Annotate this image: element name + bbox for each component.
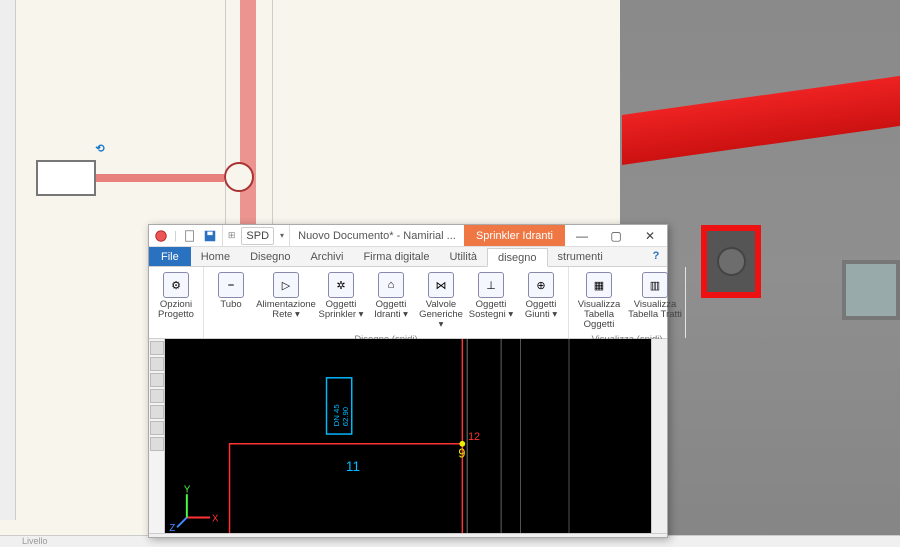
divider: |: [174, 230, 177, 242]
hose-reel-icon: [717, 247, 746, 276]
ribbon-group-label: [151, 323, 201, 326]
context-tab-sprinkler[interactable]: Sprinkler Idranti: [464, 225, 565, 246]
ribbon-group-visualizza: ▦ Visualizza Tabella Oggetti ▥ Visualizz…: [569, 267, 686, 338]
fire-hose-cabinet: [701, 225, 761, 298]
3d-window: [842, 260, 900, 320]
app-window: | ⊞ SPD ▾ Nuovo Documento* - Namirial ..…: [148, 224, 668, 538]
svg-text:X: X: [212, 513, 219, 524]
table-segments-icon: ▥: [642, 272, 668, 298]
sprinkler-icon: ✲: [328, 272, 354, 298]
cad-tool-button[interactable]: [150, 373, 164, 387]
qa-spd-group[interactable]: ⊞ SPD ▾: [223, 225, 290, 246]
table-objects-icon: ▦: [586, 272, 612, 298]
spd-selector[interactable]: SPD: [241, 227, 274, 245]
titlebar[interactable]: | ⊞ SPD ▾ Nuovo Documento* - Namirial ..…: [149, 225, 667, 247]
close-button[interactable]: ✕: [633, 225, 667, 246]
app-icon: [154, 229, 168, 243]
block-text-dn: DN 45: [332, 404, 341, 426]
tubo-icon: ⎯: [218, 272, 244, 298]
node-11-label: 11: [346, 459, 360, 474]
cad-tool-strip: [149, 339, 165, 533]
status-level-label: Livello: [22, 536, 48, 546]
maximize-button[interactable]: ▢: [599, 225, 633, 246]
visualizza-tabella-tratti-button[interactable]: ▥ Visualizza Tabella Tratti: [627, 269, 683, 333]
device-box: [36, 160, 96, 196]
svg-text:Z: Z: [169, 523, 175, 533]
ribbon: ⚙ Opzioni Progetto ⎯ Tubo ▷ Alimentazion…: [149, 267, 667, 339]
menu-tab-disegno[interactable]: Disegno: [240, 247, 300, 266]
sub-tab-disegno[interactable]: disegno: [487, 248, 548, 267]
minimize-button[interactable]: —: [565, 225, 599, 246]
support-icon: ⊥: [478, 272, 504, 298]
opzioni-progetto-label: Opzioni Progetto: [151, 300, 201, 320]
rotate-icon[interactable]: ⟲: [88, 138, 112, 158]
cad-viewport[interactable]: 12 9 11 DN 45 62.90 X Y Z: [165, 339, 651, 533]
canvas-area: 12 9 11 DN 45 62.90 X Y Z: [149, 339, 667, 533]
cad-tool-button[interactable]: [150, 357, 164, 371]
oggetti-sostegni-button[interactable]: ⊥ Oggetti Sostegni ▾: [466, 269, 516, 333]
menu-tab-utilita[interactable]: Utilità: [439, 247, 487, 266]
play-icon: ▷: [273, 272, 299, 298]
cad-tool-button[interactable]: [150, 405, 164, 419]
opzioni-progetto-button[interactable]: ⚙ Opzioni Progetto: [151, 269, 201, 323]
vertical-scrollbar[interactable]: [651, 339, 667, 533]
sub-tab-strumenti[interactable]: strumenti: [548, 247, 613, 266]
cad-tool-button[interactable]: [150, 421, 164, 435]
save-icon[interactable]: [203, 229, 217, 243]
background-tool-strip[interactable]: [0, 0, 16, 520]
status-bar: [149, 533, 667, 537]
oggetti-giunti-button[interactable]: ⊕ Oggetti Giunti ▾: [516, 269, 566, 333]
ribbon-group-disegno: ⎯ Tubo ▷ Alimentazione Rete ▾ ✲ Oggetti …: [204, 267, 569, 338]
oggetti-sprinkler-button[interactable]: ✲ Oggetti Sprinkler ▾: [316, 269, 366, 333]
visualizza-tabella-oggetti-button[interactable]: ▦ Visualizza Tabella Oggetti: [571, 269, 627, 333]
alimentazione-rete-button[interactable]: ▷ Alimentazione Rete ▾: [256, 269, 316, 333]
menu-tab-archivi[interactable]: Archivi: [300, 247, 353, 266]
menu-tab-firma[interactable]: Firma digitale: [353, 247, 439, 266]
joint-icon: ⊕: [528, 272, 554, 298]
hydrant-icon: ⌂: [378, 272, 404, 298]
menu-tab-home[interactable]: Home: [191, 247, 240, 266]
node-9-label: 9: [458, 446, 465, 460]
new-icon[interactable]: [183, 229, 197, 243]
gear-icon: ⚙: [163, 272, 189, 298]
svg-text:Y: Y: [184, 484, 191, 495]
device-arm: [96, 174, 224, 182]
valve-icon: ⋈: [428, 272, 454, 298]
node-12-label: 12: [468, 431, 480, 443]
window-title: Nuovo Documento* - Namirial ...: [290, 225, 464, 246]
tubo-button[interactable]: ⎯ Tubo: [206, 269, 256, 333]
cad-tool-button[interactable]: [150, 341, 164, 355]
cad-tool-button[interactable]: [150, 389, 164, 403]
quick-access-toolbar: |: [149, 225, 223, 246]
block-text-val: 62.90: [341, 407, 350, 426]
menu-bar: File Home Disegno Archivi Firma digitale…: [149, 247, 667, 267]
device-joint: [224, 162, 254, 192]
menu-file[interactable]: File: [149, 247, 191, 266]
help-icon[interactable]: ?: [645, 247, 667, 266]
valvole-generiche-button[interactable]: ⋈ Valvole Generiche ▾: [416, 269, 466, 333]
dropdown-icon[interactable]: ▾: [280, 231, 284, 240]
cad-tool-button[interactable]: [150, 437, 164, 451]
ribbon-group-opzioni: ⚙ Opzioni Progetto: [149, 267, 204, 338]
oggetti-idranti-button[interactable]: ⌂ Oggetti Idranti ▾: [366, 269, 416, 333]
